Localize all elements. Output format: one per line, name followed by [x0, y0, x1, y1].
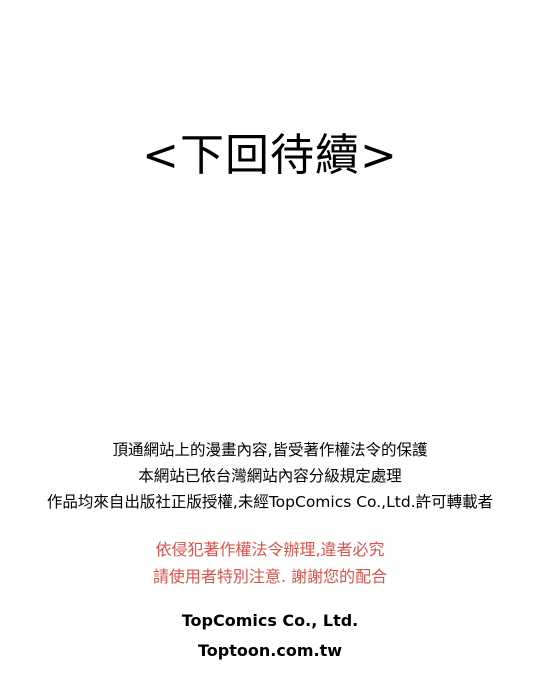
website-url: Toptoon.com.tw [198, 641, 342, 660]
company-name: TopComics Co., Ltd. [181, 611, 359, 630]
notice-line-1: 頂通網站上的漫畫內容,皆受著作權法令的保護 [112, 441, 428, 459]
notice-line-2: 本網站已依台灣網站內容分級規定處理 [138, 467, 402, 485]
to-be-continued-title: <下回待續> [142, 130, 398, 181]
legal-warning: 依侵犯著作權法令辦理,違者必究 請使用者特別注意. 謝謝您的配合 [0, 536, 540, 590]
warning-line-2: 請使用者特別注意. 謝謝您的配合 [152, 567, 388, 586]
copyright-notice: 頂通網站上的漫畫內容,皆受著作權法令的保護 本網站已依台灣網站內容分級規定處理 … [0, 437, 540, 515]
notice-line-3: 作品均來自出版社正版授權,未經TopComics Co.,Ltd.許可轉載者 [46, 493, 494, 511]
warning-line-1: 依侵犯著作權法令辦理,違者必究 [155, 540, 385, 559]
publisher-brand: TopComics Co., Ltd. Toptoon.com.tw [0, 606, 540, 666]
page: <下回待續> 頂通網站上的漫畫內容,皆受著作權法令的保護 本網站已依台灣網站內容… [0, 0, 540, 692]
